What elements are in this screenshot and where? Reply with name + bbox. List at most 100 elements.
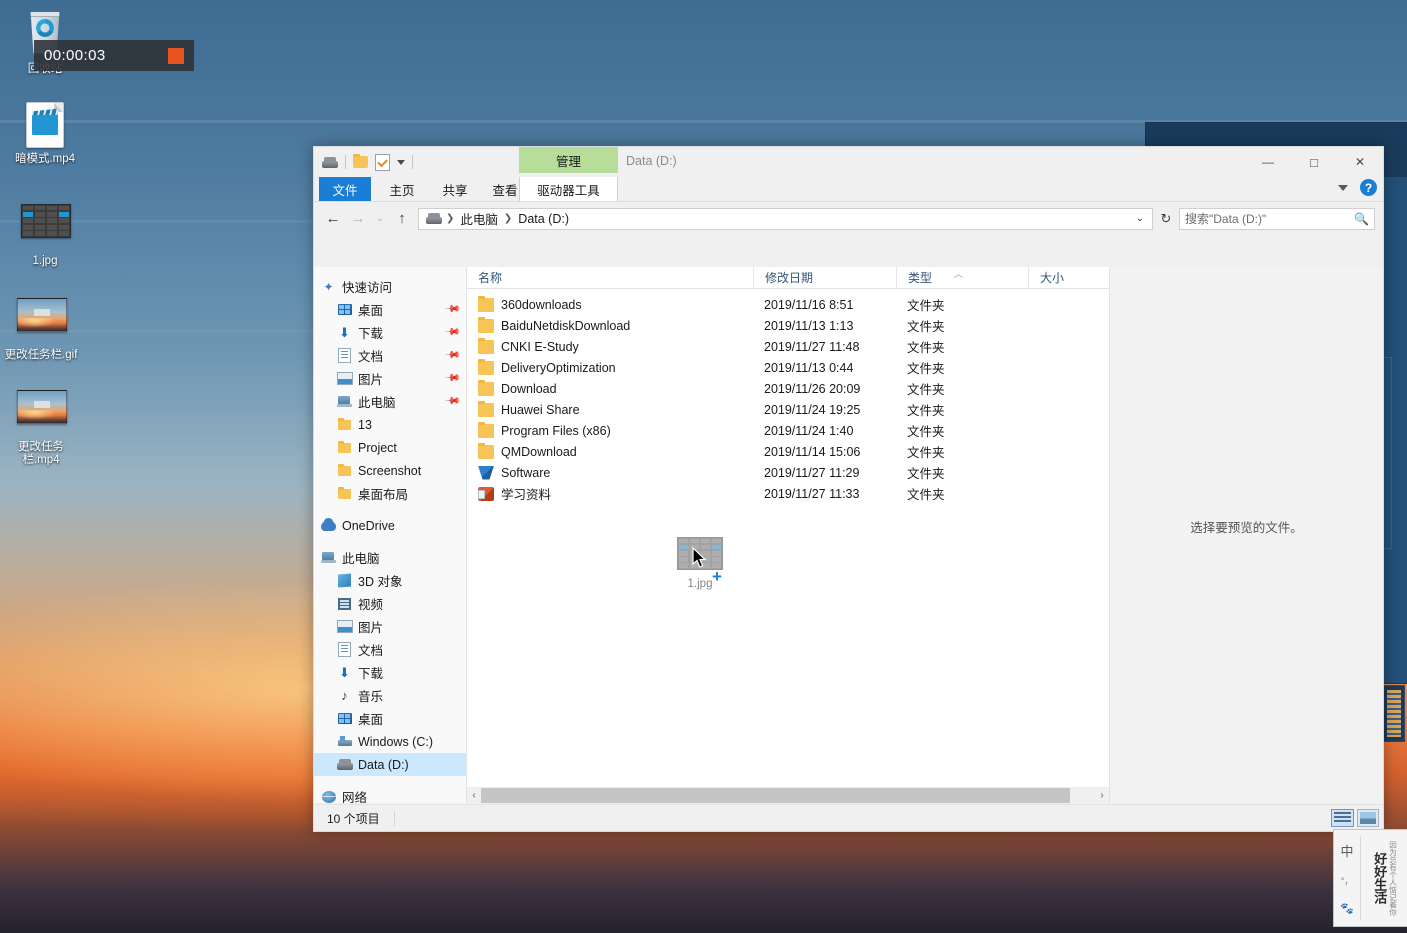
pin-icon[interactable]: 📌 <box>443 347 460 364</box>
table-row[interactable]: Software 2019/11/27 11:29 文件夹 <box>467 462 1109 483</box>
nav-item-this-pc-qa[interactable]: 此电脑 📌 <box>314 390 466 413</box>
desktop-icon-taskbar-gif[interactable]: 更改任务栏.gif <box>0 290 82 362</box>
scroll-right-button[interactable]: › <box>1095 790 1109 801</box>
horizontal-scrollbar[interactable]: ‹ › <box>467 787 1109 803</box>
back-button[interactable]: ← <box>322 208 344 230</box>
pin-icon[interactable]: 📌 <box>443 393 460 410</box>
table-row[interactable]: Download 2019/11/26 20:09 文件夹 <box>467 378 1109 399</box>
minimize-button[interactable]: — <box>1245 147 1291 177</box>
scrollbar-thumb[interactable] <box>481 788 1071 803</box>
nav-section-network[interactable]: 网络 <box>314 785 466 803</box>
table-row[interactable]: CNKI E-Study 2019/11/27 11:48 文件夹 <box>467 336 1109 357</box>
search-icon[interactable]: 🔍 <box>1354 212 1369 226</box>
nav-section-onedrive[interactable]: OneDrive <box>314 514 466 537</box>
nav-item-3d-objects[interactable]: 3D 对象 <box>314 569 466 592</box>
breadcrumb-this-pc[interactable]: 此电脑 <box>458 209 500 228</box>
column-header-row[interactable]: 名称 修改日期 类型 大小 ︿ <box>467 267 1109 289</box>
file-type: 文件夹 <box>907 488 945 502</box>
tab-share[interactable]: 共享 <box>429 177 481 201</box>
nav-item-screenshot[interactable]: Screenshot <box>314 459 466 482</box>
tab-drive-tools[interactable]: 驱动器工具 <box>519 177 618 201</box>
quick-access-toolbar[interactable] <box>322 153 413 171</box>
nav-item-project[interactable]: Project <box>314 436 466 459</box>
drive-icon[interactable] <box>322 156 338 168</box>
address-bar-row[interactable]: ← → ⌄ ↑ ❯ 此电脑 ❯ Data (D:) ⌄ ↻ 搜索"Data (D… <box>314 202 1383 235</box>
nav-item-videos[interactable]: 视频 <box>314 592 466 615</box>
desktop-icon-dark-mode-mp4[interactable]: 暗模式.mp4 <box>4 100 86 166</box>
help-icon[interactable]: ? <box>1360 179 1377 196</box>
nav-section-quick-access[interactable]: ✦ 快速访问 <box>314 275 466 298</box>
screen-recorder-overlay[interactable]: 00:00:03 <box>34 40 194 71</box>
nav-item-data-d[interactable]: Data (D:) <box>314 753 466 776</box>
new-folder-icon[interactable] <box>353 154 368 168</box>
forward-button[interactable]: → <box>347 208 369 230</box>
column-header-date[interactable]: 修改日期 <box>754 267 897 288</box>
ime-mode-button[interactable]: 中 <box>1340 841 1353 860</box>
ime-controls[interactable]: 中 °， 🐾 <box>1334 830 1360 926</box>
chevron-down-icon[interactable] <box>1338 184 1348 191</box>
ime-brand-subtitle: 因为总有个人惦记着你 <box>1388 840 1398 916</box>
maximize-button[interactable]: □ <box>1291 147 1337 177</box>
ime-brand[interactable]: 好好生活 因为总有个人惦记着你 <box>1361 830 1407 926</box>
file-explorer-window[interactable]: 管理 Data (D:) — □ ✕ 文件 主页 共享 查看 驱动器工具 ? ←… <box>313 146 1384 832</box>
nav-item-downloads-pc[interactable]: ⬇ 下载 <box>314 661 466 684</box>
scrollbar-track[interactable] <box>481 788 1095 803</box>
nav-item-music[interactable]: ♪ 音乐 <box>314 684 466 707</box>
table-row[interactable]: BaiduNetdiskDownload 2019/11/13 1:13 文件夹 <box>467 315 1109 336</box>
table-row[interactable]: 学习资料 2019/11/27 11:33 文件夹 <box>467 483 1109 504</box>
ime-toolbar[interactable] <box>1331 808 1379 827</box>
nav-item-desktop[interactable]: 桌面 📌 <box>314 298 466 321</box>
file-list-pane[interactable]: 名称 修改日期 类型 大小 ︿ 360downloads 2019/11/16 8… <box>467 267 1109 803</box>
file-rows[interactable]: 360downloads 2019/11/16 8:51 文件夹 BaiduNetdi… <box>467 289 1109 787</box>
window-controls[interactable]: — □ ✕ <box>1245 147 1383 177</box>
file-modified: 2019/11/27 11:33 <box>764 486 860 501</box>
search-input[interactable]: 搜索"Data (D:)" 🔍 <box>1179 207 1375 230</box>
table-row[interactable]: 360downloads 2019/11/16 8:51 文件夹 <box>467 294 1109 315</box>
nav-item-documents[interactable]: 文档 📌 <box>314 344 466 367</box>
customize-dropdown-icon[interactable] <box>397 159 405 165</box>
table-row[interactable]: Huawei Share 2019/11/24 19:25 文件夹 <box>467 399 1109 420</box>
pin-icon[interactable]: 📌 <box>443 324 460 341</box>
skin-picker-icon[interactable] <box>1356 808 1379 827</box>
breadcrumb-data-d[interactable]: Data (D:) <box>516 212 571 226</box>
up-button[interactable]: ↑ <box>391 208 413 230</box>
ribbon-right-controls[interactable]: ? <box>1338 179 1377 196</box>
candidate-list-icon[interactable] <box>1331 808 1354 827</box>
ribbon-tab-bar[interactable]: 文件 主页 共享 查看 驱动器工具 ? <box>314 177 1383 202</box>
table-row[interactable]: QMDownload 2019/11/14 15:06 文件夹 <box>467 441 1109 462</box>
ime-floating-panel[interactable]: 中 °， 🐾 好好生活 因为总有个人惦记着你 <box>1333 829 1407 927</box>
pin-icon[interactable]: 📌 <box>443 370 460 387</box>
address-bar[interactable]: ❯ 此电脑 ❯ Data (D:) ⌄ <box>418 207 1153 230</box>
desktop-icon-taskbar-mp4[interactable]: 更改任务栏.mp4 <box>0 382 82 467</box>
ime-skin-icon[interactable]: 🐾 <box>1340 902 1354 915</box>
refresh-button[interactable]: ↻ <box>1156 208 1176 230</box>
nav-item-desktop-pc[interactable]: 桌面 <box>314 707 466 730</box>
pin-icon[interactable]: 📌 <box>443 301 460 318</box>
address-dropdown-icon[interactable]: ⌄ <box>1136 213 1148 224</box>
ime-punctuation-button[interactable]: °， <box>1341 874 1354 887</box>
desktop-icon-1-jpg[interactable]: 1.jpg <box>4 196 86 268</box>
folder-icon <box>478 380 494 396</box>
stop-recording-button[interactable] <box>168 47 184 64</box>
nav-section-this-pc[interactable]: 此电脑 <box>314 546 466 569</box>
nav-item-downloads[interactable]: ⬇ 下载 📌 <box>314 321 466 344</box>
tab-file[interactable]: 文件 <box>319 177 371 201</box>
nav-item-desktop-layout[interactable]: 桌面布局 <box>314 482 466 505</box>
nav-item-pictures-pc[interactable]: 图片 <box>314 615 466 638</box>
table-row[interactable]: Program Files (x86) 2019/11/24 1:40 文件夹 <box>467 420 1109 441</box>
table-row[interactable]: DeliveryOptimization 2019/11/13 0:44 文件夹 <box>467 357 1109 378</box>
nav-item-documents-pc[interactable]: 文档 <box>314 638 466 661</box>
recent-locations-button[interactable]: ⌄ <box>372 208 388 230</box>
nav-item-pictures[interactable]: 图片 📌 <box>314 367 466 390</box>
column-header-size[interactable]: 大小 <box>1029 267 1109 288</box>
navigation-pane[interactable]: ✦ 快速访问 桌面 📌 ⬇ 下载 📌 文档 📌 图片 📌 此电脑 📌 13 Pr… <box>314 267 467 803</box>
close-button[interactable]: ✕ <box>1337 147 1383 177</box>
scroll-left-button[interactable]: ‹ <box>467 790 481 801</box>
tab-home[interactable]: 主页 <box>376 177 428 201</box>
nav-item-13[interactable]: 13 <box>314 413 466 436</box>
column-header-name[interactable]: 名称 <box>467 267 754 288</box>
music-icon: ♪ <box>341 688 348 703</box>
nav-item-windows-c[interactable]: Windows (C:) <box>314 730 466 753</box>
properties-icon[interactable] <box>375 153 390 171</box>
explorer-titlebar[interactable]: 管理 Data (D:) — □ ✕ <box>314 147 1383 177</box>
